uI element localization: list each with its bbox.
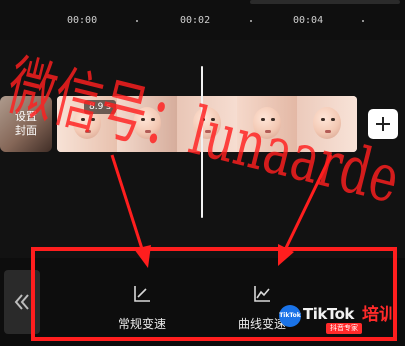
annotation-arrows [110, 154, 333, 268]
arrowhead-left [134, 245, 151, 268]
arrow-left [110, 154, 145, 253]
arrow-right [283, 154, 333, 251]
